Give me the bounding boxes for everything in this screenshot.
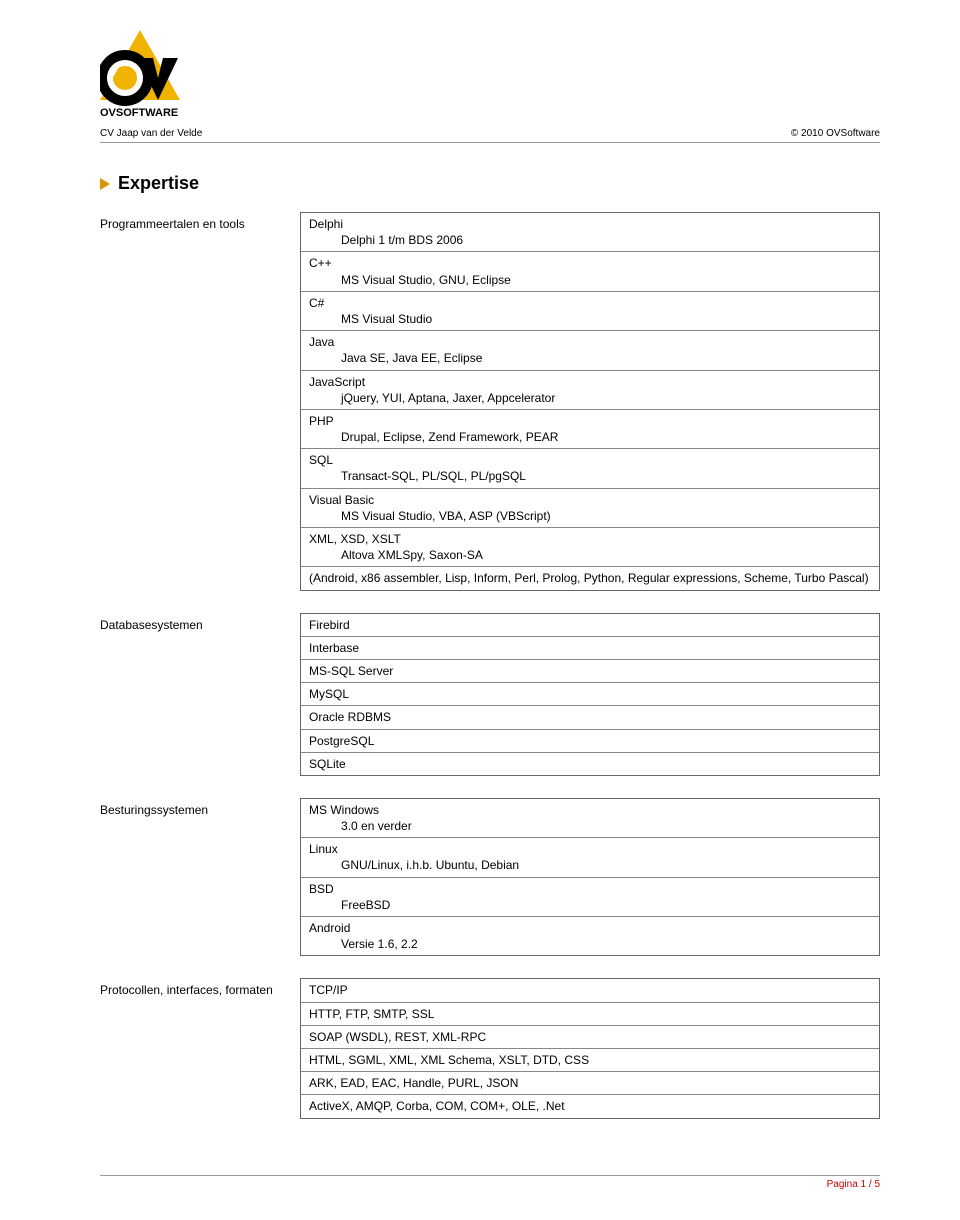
row-subtext: jQuery, YUI, Aptana, Jaxer, Appcelerator [309,390,871,406]
row-text: SQLite [309,757,346,771]
block-content: Firebird Interbase MS-SQL Server MySQL Oracl… [300,613,880,776]
content-row: SQLite [301,752,879,775]
row-text: XML, XSD, XSLT [309,532,401,546]
block-content: TCP/IP HTTP, FTP, SMTP, SSL SOAP (WSDL), R… [300,978,880,1118]
row-subtext: GNU/Linux, i.h.b. Ubuntu, Debian [309,857,871,873]
row-text: Delphi [309,217,343,231]
row-text: C# [309,296,324,310]
content-row: SQLTransact-SQL, PL/SQL, PL/pgSQL [301,448,879,487]
content-row: HTML, SGML, XML, XML Schema, XSLT, DTD, … [301,1048,879,1071]
triangle-icon [100,178,110,190]
row-text: ARK, EAD, EAC, Handle, PURL, JSON [309,1076,518,1090]
row-text: Oracle RDBMS [309,710,391,724]
row-text: Firebird [309,618,350,632]
row-text: HTML, SGML, XML, XML Schema, XSLT, DTD, … [309,1053,589,1067]
content-row: AndroidVersie 1.6, 2.2 [301,916,879,955]
row-text: Interbase [309,641,359,655]
content-row: MS Windows3.0 en verder [301,799,879,837]
block-label: Programmeertalen en tools [100,212,300,591]
content-row: C++ MS Visual Studio, GNU, Eclipse [301,251,879,290]
ov-logo-icon: OVSOFTWARE [100,30,220,120]
content-row: MS-SQL Server [301,659,879,682]
header-right: © 2010 OVSoftware [791,128,880,139]
logo: OVSOFTWARE [100,30,880,120]
row-text: JavaScript [309,375,365,389]
row-text: SOAP (WSDL), REST, XML-RPC [309,1030,486,1044]
content-row: XML, XSD, XSLTAltova XMLSpy, Saxon-SA [301,527,879,566]
header-line: CV Jaap van der Velde © 2010 OVSoftware [100,128,880,143]
row-subtext: MS Visual Studio [309,311,871,327]
content-row: ARK, EAD, EAC, Handle, PURL, JSON [301,1071,879,1094]
row-text: MS Windows [309,803,379,817]
content-row: BSDFreeBSD [301,877,879,916]
row-text: PHP [309,414,334,428]
row-text: Android [309,921,350,935]
content-row: MySQL [301,682,879,705]
content-row: C#MS Visual Studio [301,291,879,330]
content-row: PostgreSQL [301,729,879,752]
row-subtext: Altova XMLSpy, Saxon-SA [309,547,871,563]
row-text: BSD [309,882,334,896]
content-row: PHPDrupal, Eclipse, Zend Framework, PEAR [301,409,879,448]
row-subtext: Versie 1.6, 2.2 [309,936,871,952]
row-subtext: Delphi 1 t/m BDS 2006 [309,232,871,248]
content-row: JavaJava SE, Java EE, Eclipse [301,330,879,369]
block-label: Databasesystemen [100,613,300,776]
block-content: MS Windows3.0 en verderLinuxGNU/Linux, i… [300,798,880,957]
row-text: SQL [309,453,333,467]
row-text: PostgreSQL [309,734,374,748]
row-text: MySQL [309,687,349,701]
content-row: Firebird [301,614,879,636]
row-subtext: Drupal, Eclipse, Zend Framework, PEAR [309,429,871,445]
expertise-block: Programmeertalen en toolsDelphiDelphi 1 … [100,212,880,591]
logo-text: OVSOFTWARE [100,107,178,119]
row-text: TCP/IP [309,983,348,997]
section-heading: Expertise [118,173,199,194]
block-label: Besturingssystemen [100,798,300,957]
content-row: HTTP, FTP, SMTP, SSL [301,1002,879,1025]
row-subtext: MS Visual Studio, GNU, Eclipse [309,272,871,288]
content-row: LinuxGNU/Linux, i.h.b. Ubuntu, Debian [301,837,879,876]
content-row: Oracle RDBMS [301,705,879,728]
row-text: Linux [309,842,338,856]
content-row: Visual BasicMS Visual Studio, VBA, ASP (… [301,488,879,527]
content-row: TCP/IP [301,979,879,1001]
row-subtext: MS Visual Studio, VBA, ASP (VBScript) [309,508,871,524]
row-text: ActiveX, AMQP, Corba, COM, COM+, OLE, .N… [309,1099,565,1113]
content-row: (Android, x86 assembler, Lisp, Inform, P… [301,566,879,589]
row-subtext: Java SE, Java EE, Eclipse [309,350,871,366]
expertise-block: Protocollen, interfaces, formaten TCP/IP H… [100,978,880,1118]
content-row: JavaScriptjQuery, YUI, Aptana, Jaxer, Ap… [301,370,879,409]
row-subtext: 3.0 en verder [309,818,871,834]
row-text: HTTP, FTP, SMTP, SSL [309,1007,434,1021]
content-row: DelphiDelphi 1 t/m BDS 2006 [301,213,879,251]
row-subtext: FreeBSD [309,897,871,913]
page-footer: Pagina 1 / 5 [100,1175,880,1190]
row-text: MS-SQL Server [309,664,393,678]
row-text: Visual Basic [309,493,374,507]
expertise-block: BesturingssystemenMS Windows3.0 en verde… [100,798,880,957]
content-row: SOAP (WSDL), REST, XML-RPC [301,1025,879,1048]
section-title: Expertise [100,173,880,194]
block-label: Protocollen, interfaces, formaten [100,978,300,1118]
row-subtext: Transact-SQL, PL/SQL, PL/pgSQL [309,468,871,484]
block-content: DelphiDelphi 1 t/m BDS 2006 C++ MS Visual … [300,212,880,591]
row-text: (Android, x86 assembler, Lisp, Inform, P… [309,571,869,585]
row-text: C++ [309,256,332,270]
expertise-block: Databasesystemen Firebird Interbase MS-SQL … [100,613,880,776]
content-row: Interbase [301,636,879,659]
row-text: Java [309,335,334,349]
content-row: ActiveX, AMQP, Corba, COM, COM+, OLE, .N… [301,1094,879,1117]
header-left: CV Jaap van der Velde [100,128,202,139]
